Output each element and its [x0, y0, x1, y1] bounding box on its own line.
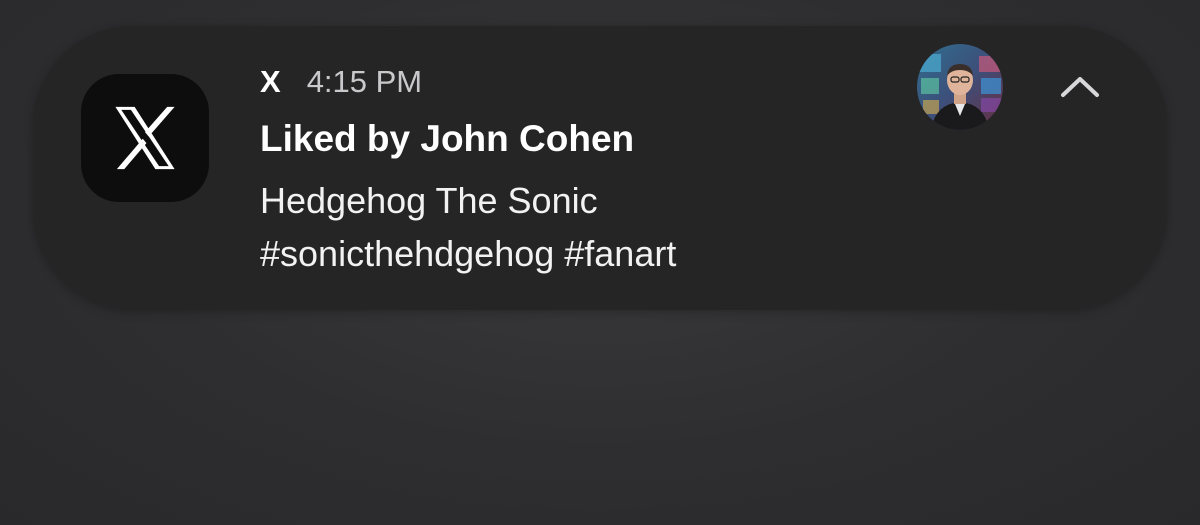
collapse-button[interactable]	[1048, 61, 1112, 111]
notification-body-line: Hedgehog The Sonic	[260, 180, 598, 221]
notification-card[interactable]: X 4:15 PM Liked by John Cohen Hedgehog T…	[33, 26, 1167, 310]
notification-title: Liked by John Cohen	[260, 118, 635, 159]
chevron-up-icon	[1061, 77, 1099, 97]
app-name: X	[260, 64, 281, 99]
x-app-icon	[81, 74, 209, 202]
notification-time: 4:15 PM	[306, 64, 423, 99]
user-avatar	[917, 44, 1003, 130]
notification-body-line: #sonicthehdgehog #fanart	[260, 233, 677, 274]
avatar-photo	[917, 44, 1003, 130]
x-logo-icon	[115, 106, 175, 170]
notification-meta: X 4:15 PM	[260, 62, 422, 102]
